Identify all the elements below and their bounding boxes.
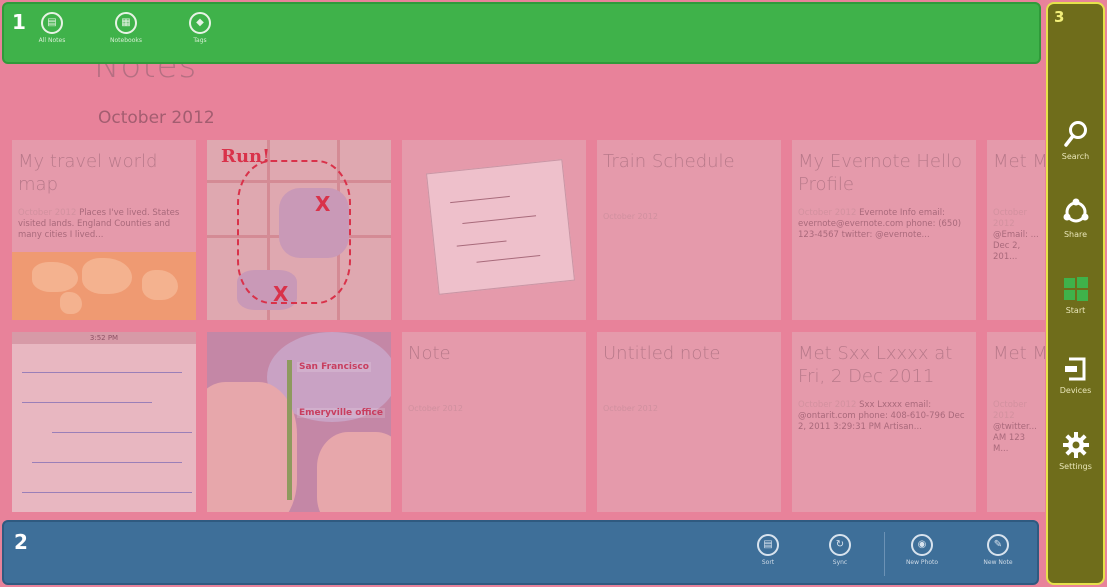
sync-button[interactable]: ↻ Sync: [812, 534, 868, 566]
devices-icon: [1064, 357, 1085, 381]
note-snippet-text: @twitter... AM 123 M...: [993, 422, 1037, 454]
note-snippet: October 2012 @Email: ... Dec 2, 201...: [993, 208, 1041, 263]
note-title: My travel world map: [18, 151, 158, 195]
note-tile-route-map[interactable]: San Francisco Emeryville office: [207, 332, 391, 512]
gear-icon: [1062, 432, 1089, 458]
bottom-app-bar: 2 ▤ Sort ↻ Sync ◉ New Photo ✎ New Note: [2, 520, 1039, 585]
button-label: Tags: [193, 37, 207, 44]
charm-label: Devices: [1059, 386, 1092, 395]
note-tile-screenshot-map[interactable]: 3:52 PM: [12, 332, 196, 512]
charm-label: Start: [1065, 306, 1086, 315]
button-label: Notebooks: [110, 37, 142, 44]
map-label: Emeryville office: [297, 408, 385, 418]
charm-label: Search: [1061, 152, 1090, 161]
share-icon: [1063, 198, 1088, 223]
new-note-button[interactable]: ✎ New Note: [970, 534, 1026, 566]
note-date: October 2012: [993, 400, 1028, 421]
all-notes-button[interactable]: ▤ All Notes: [24, 12, 80, 44]
x-marker: X: [273, 282, 289, 306]
note-title: Met M... 2 Dec: [993, 151, 1045, 172]
evernote-window: Notes October 2012 My travel world map O…: [0, 0, 1107, 587]
share-charm[interactable]: Share: [1048, 198, 1103, 239]
note-tile-notebook-photo[interactable]: [402, 140, 586, 320]
note-date: October 2012: [408, 404, 463, 413]
notebook-icon: ▦: [115, 12, 137, 34]
camera-icon: ◉: [911, 534, 933, 556]
note-date: October 2012: [798, 400, 857, 410]
button-label: Sort: [761, 559, 775, 566]
note-date: October 2012: [993, 208, 1028, 229]
search-icon: [1063, 121, 1087, 147]
note-date: October 2012: [603, 212, 658, 221]
search-charm[interactable]: Search: [1048, 120, 1103, 161]
note-tile-hello-profile[interactable]: My Evernote Hello Profile October 2012 E…: [792, 140, 976, 320]
region-number: 2: [14, 530, 28, 554]
sort-button[interactable]: ▤ Sort: [740, 534, 796, 566]
notebooks-button[interactable]: ▦ Notebooks: [98, 12, 154, 44]
button-label: All Notes: [38, 37, 66, 44]
note-title: Met M... Thu, 8...: [993, 343, 1045, 364]
status-time: 3:52 PM: [89, 334, 119, 342]
charm-label: Share: [1063, 230, 1088, 239]
world-map-thumbnail: [12, 252, 196, 320]
tags-button[interactable]: ◆ Tags: [172, 12, 228, 44]
button-label: New Photo: [905, 559, 939, 566]
x-marker: X: [315, 192, 331, 216]
note-snippet: October 2012 @twitter... AM 123 M...: [993, 400, 1041, 455]
charm-label: Settings: [1059, 462, 1092, 471]
new-note-icon: ✎: [987, 534, 1009, 556]
note-tile-met-dec[interactable]: Met M... 2 Dec October 2012 @Email: ... …: [987, 140, 1045, 320]
section-label: October 2012: [98, 108, 215, 128]
tag-icon: ◆: [189, 12, 211, 34]
note-title: Untitled note: [603, 343, 721, 364]
button-label: New Note: [983, 559, 1013, 566]
note-snippet: October 2012 Evernote Info email: everno…: [798, 208, 972, 241]
map-label: San Francisco: [297, 362, 371, 372]
notes-icon: ▤: [41, 12, 63, 34]
charms-bar: 3 Search Share Start Devices Settings: [1046, 2, 1105, 585]
note-tile-untitled[interactable]: Untitled note October 2012: [597, 332, 781, 512]
note-tile-note[interactable]: Note October 2012: [402, 332, 586, 512]
run-label: Run!: [221, 146, 271, 167]
new-photo-button[interactable]: ◉ New Photo: [894, 534, 950, 566]
bar-divider: [884, 532, 885, 576]
settings-charm[interactable]: Settings: [1048, 432, 1103, 471]
note-tile-travel-map[interactable]: My travel world map October 2012 Places …: [12, 140, 196, 320]
sort-icon: ▤: [757, 534, 779, 556]
note-tile-run-map[interactable]: Run! X X: [207, 140, 391, 320]
sync-icon: ↻: [829, 534, 851, 556]
note-title: My Evernote Hello Profile: [798, 151, 962, 195]
note-title: Met Sxx Lxxxx at Fri, 2 Dec 2011: [798, 343, 953, 387]
note-date: October 2012: [603, 404, 658, 413]
note-snippet: October 2012 Places I've lived. States v…: [18, 208, 192, 241]
note-title: Note: [408, 343, 451, 364]
button-label: Sync: [832, 559, 848, 566]
note-tile-met-thu[interactable]: Met M... Thu, 8... October 2012 @twitter…: [987, 332, 1045, 512]
windows-logo-icon: [1063, 277, 1088, 301]
note-title: Train Schedule: [603, 151, 735, 172]
notes-area: Notes October 2012 My travel world map O…: [0, 0, 1045, 587]
devices-charm[interactable]: Devices: [1048, 356, 1103, 395]
note-tile-train-schedule[interactable]: Train Schedule October 2012: [597, 140, 781, 320]
note-date: October 2012: [798, 208, 857, 218]
note-snippet-text: @Email: ... Dec 2, 201...: [993, 230, 1039, 262]
note-date: October 2012: [18, 208, 77, 218]
start-charm[interactable]: Start: [1048, 276, 1103, 315]
note-tile-met-sxx[interactable]: Met Sxx Lxxxx at Fri, 2 Dec 2011 October…: [792, 332, 976, 512]
notebook-photo: [425, 159, 576, 295]
note-snippet: October 2012 Sxx Lxxxx email: @ontarit.c…: [798, 400, 972, 433]
top-app-bar: 1 ▤ All Notes ▦ Notebooks ◆ Tags: [2, 2, 1041, 64]
region-number: 3: [1054, 8, 1065, 26]
